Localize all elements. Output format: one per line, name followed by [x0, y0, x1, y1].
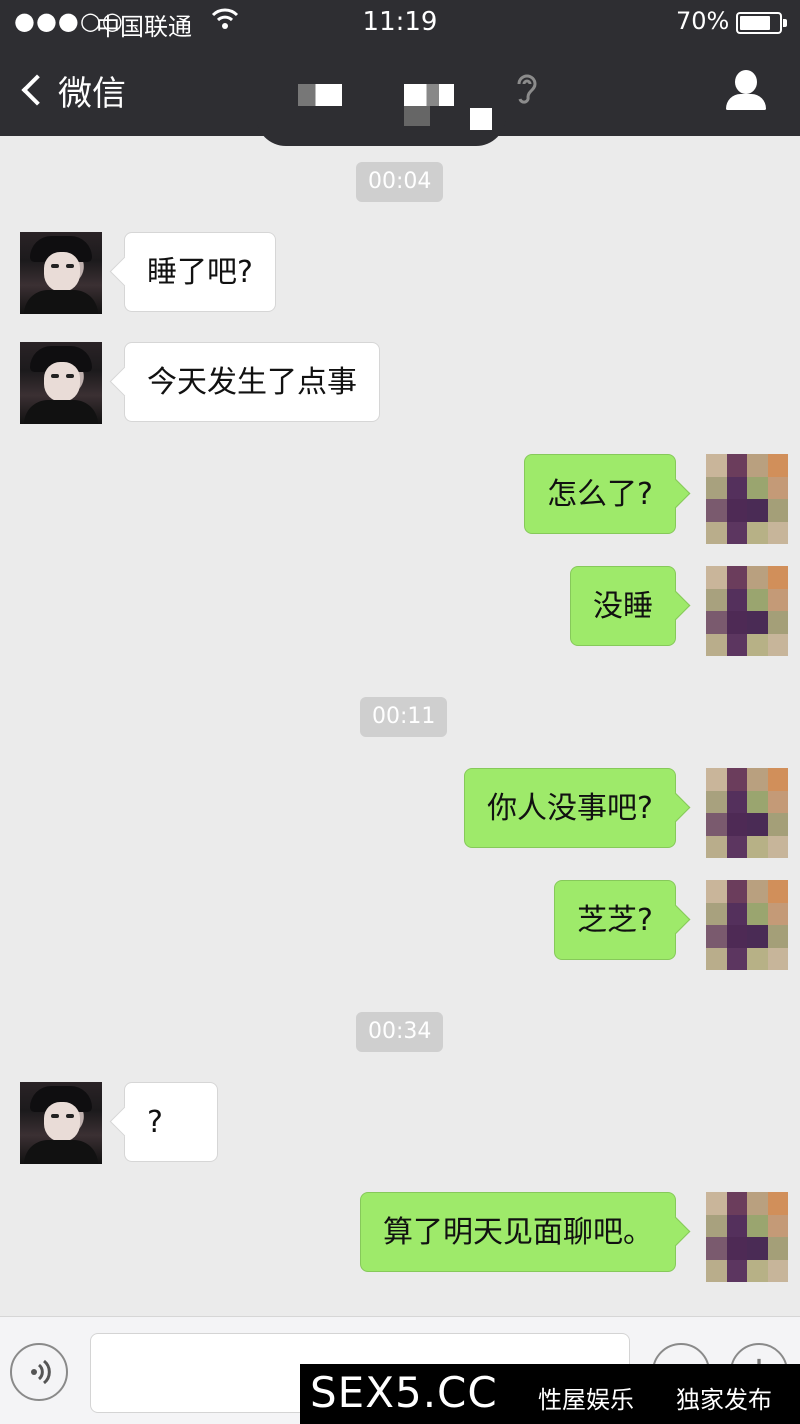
back-label: 微信: [58, 73, 126, 114]
chat-area: 00:04 睡了吧? 今天发生了点事 怎么了? 没睡 00:11 你人没事吧? …: [0, 136, 800, 1316]
message-bubble-outgoing[interactable]: 芝芝?: [554, 880, 676, 960]
timestamp: 00:04: [356, 162, 444, 202]
timestamp: 00:34: [356, 1012, 444, 1052]
person-icon[interactable]: [724, 70, 768, 114]
message-bubble-outgoing[interactable]: 怎么了?: [524, 454, 676, 534]
obscured-title-block: [298, 84, 342, 106]
top-bar: ●●●○○ 中国联通 11:19 70% 微信: [0, 0, 800, 146]
chevron-left-icon: [21, 74, 53, 106]
message-bubble-outgoing[interactable]: 你人没事吧?: [464, 768, 676, 848]
battery-percent: 70%: [676, 7, 730, 35]
my-avatar[interactable]: [706, 1192, 788, 1282]
my-avatar[interactable]: [706, 768, 788, 858]
watermark-site: SEX5.CC: [310, 1368, 498, 1417]
message-bubble-incoming[interactable]: ?: [124, 1082, 218, 1162]
message-bubble-outgoing[interactable]: 没睡: [570, 566, 676, 646]
watermark-tag: 性屋娱乐: [538, 1386, 634, 1414]
my-avatar[interactable]: [706, 566, 788, 656]
my-avatar[interactable]: [706, 454, 788, 544]
chat-title: [256, 64, 506, 146]
status-bar: ●●●○○ 中国联通 11:19 70%: [0, 0, 800, 44]
message-bubble-outgoing[interactable]: 算了明天见面聊吧。: [360, 1192, 676, 1272]
battery-icon: [736, 12, 787, 34]
watermark: SEX5.CC 性屋娱乐 独家发布: [300, 1364, 800, 1424]
back-button[interactable]: 微信: [18, 66, 126, 114]
obscured-title-block: [404, 84, 454, 106]
message-bubble-incoming[interactable]: 今天发生了点事: [124, 342, 380, 422]
ear-icon: [514, 72, 540, 114]
contact-avatar[interactable]: [20, 1082, 102, 1164]
obscured-title-block: [404, 106, 430, 126]
contact-avatar[interactable]: [20, 232, 102, 314]
obscured-title-block: [470, 108, 492, 130]
voice-icon[interactable]: [10, 1343, 68, 1401]
timestamp: 00:11: [360, 697, 448, 737]
contact-avatar[interactable]: [20, 342, 102, 424]
message-bubble-incoming[interactable]: 睡了吧?: [124, 232, 276, 312]
nav-bar: 微信: [0, 44, 800, 146]
watermark-tag: 独家发布: [676, 1386, 772, 1414]
my-avatar[interactable]: [706, 880, 788, 970]
